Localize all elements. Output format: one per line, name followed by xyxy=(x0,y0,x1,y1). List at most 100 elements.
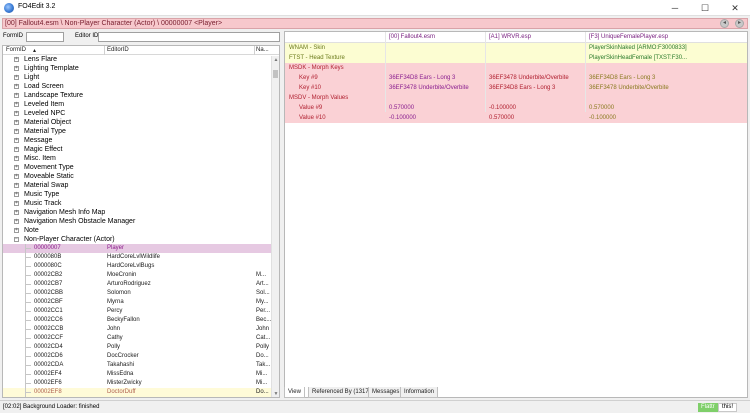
editorid-filter-input[interactable] xyxy=(98,32,280,42)
detail-cell-c2[interactable]: 36EF3478 Underbite/Overbite xyxy=(489,73,569,83)
tree-group[interactable]: + Material Object xyxy=(3,118,279,127)
detail-row[interactable]: MSDK - Morph Keys xyxy=(285,63,747,73)
tree-group[interactable]: + Lighting Template xyxy=(3,64,279,73)
flattr-this-badge[interactable]: this! xyxy=(718,403,738,412)
expand-icon[interactable]: + xyxy=(14,183,19,188)
tree-group[interactable]: + Music Track xyxy=(3,199,279,208)
back-button[interactable]: ◂ xyxy=(720,19,729,28)
tree-record-row[interactable]: 00002CCB John John xyxy=(3,325,279,334)
tree-record-row[interactable]: 00002CBB Solomon Sol... xyxy=(3,289,279,298)
expand-icon[interactable]: + xyxy=(14,66,19,71)
detail-cell-c2[interactable]: -0.100000 xyxy=(489,103,516,113)
tree-scrollbar[interactable]: ▲ ▼ xyxy=(271,56,279,397)
expand-icon[interactable]: + xyxy=(14,57,19,62)
tree-record-row[interactable]: 00002CCF Cathy Cat... xyxy=(3,334,279,343)
tree-record-row[interactable]: 00002CD4 Polly Polly xyxy=(3,343,279,352)
tree-group[interactable]: + Movement Type xyxy=(3,163,279,172)
expand-icon[interactable]: + xyxy=(14,120,19,125)
tree-group[interactable]: − Non-Player Character (Actor) xyxy=(3,235,279,244)
detail-row[interactable]: Value #9 0.570000 -0.100000 0.570000 xyxy=(285,103,747,113)
expand-icon[interactable]: + xyxy=(14,75,19,80)
column-editorid[interactable]: EditorID xyxy=(107,47,129,53)
detail-row[interactable]: Value #10 -0.100000 0.570000 -0.100000 xyxy=(285,113,747,123)
minimize-button[interactable]: ─ xyxy=(660,0,690,16)
tree-record-row[interactable]: 0000080C HardCoreLvlBugs xyxy=(3,262,279,271)
tree-group[interactable]: + Landscape Texture xyxy=(3,91,279,100)
tree-group[interactable]: + Note xyxy=(3,226,279,235)
forward-button[interactable]: ▸ xyxy=(735,19,744,28)
column-separator[interactable] xyxy=(104,46,105,55)
tree-record-row[interactable]: 0000080B HardCoreLvlWildlife xyxy=(3,253,279,262)
expand-icon[interactable]: + xyxy=(14,219,19,224)
detail-row[interactable]: FTST - Head Texture PlayerSkinHeadFemale … xyxy=(285,53,747,63)
tree-record-row[interactable]: 00002CD6 DocCrocker Do... xyxy=(3,352,279,361)
tree-record-row[interactable]: 00002CC6 BeckyFallon Bec... xyxy=(3,316,279,325)
detail-cell-c1[interactable]: 36EF34D8 Ears - Long 3 xyxy=(389,73,455,83)
expand-icon[interactable]: + xyxy=(14,210,19,215)
formid-filter-input[interactable] xyxy=(26,32,64,42)
tree-group[interactable]: + Light xyxy=(3,73,279,82)
detail-row[interactable]: WNAM - Skin PlayerSkinNaked [ARMO:F300083… xyxy=(285,43,747,53)
tree-group[interactable]: + Navigation Mesh Info Map xyxy=(3,208,279,217)
header-wrvr-esp[interactable]: [A1] WRVR.esp xyxy=(489,32,531,43)
column-separator[interactable] xyxy=(254,46,255,55)
detail-cell-c3[interactable]: 0.570000 xyxy=(589,103,614,113)
detail-row[interactable]: Key #9 36EF34D8 Ears - Long 3 36EF3478 Und… xyxy=(285,73,747,83)
tab-view[interactable]: View xyxy=(284,387,305,398)
header-fallout4-esm[interactable]: [00] Fallout4.esm xyxy=(389,32,435,43)
tree-group[interactable]: + Leveled NPC xyxy=(3,109,279,118)
detail-cell-c1[interactable]: 36EF3478 Underbite/Overbite xyxy=(389,83,469,93)
close-button[interactable]: ✕ xyxy=(720,0,750,16)
tree-group[interactable]: + Moveable Static xyxy=(3,172,279,181)
detail-cell-c3[interactable]: PlayerSkinHeadFemale [TXST:F30... xyxy=(589,53,687,63)
detail-cell-c3[interactable]: 36EF34D8 Ears - Long 3 xyxy=(589,73,655,83)
tree-record-row[interactable]: 00002CBF Myrna My... xyxy=(3,298,279,307)
expand-icon[interactable]: + xyxy=(14,228,19,233)
tree-record-row[interactable]: 00002EF4 MissEdna Mi... xyxy=(3,370,279,379)
tab-messages[interactable]: Messages xyxy=(368,387,404,398)
tree-group[interactable]: + Material Type xyxy=(3,127,279,136)
expand-icon[interactable]: + xyxy=(14,192,19,197)
expand-icon[interactable]: + xyxy=(14,84,19,89)
tree-group[interactable]: + Load Screen xyxy=(3,82,279,91)
tree-group[interactable]: + Misc. Item xyxy=(3,154,279,163)
expand-icon[interactable]: + xyxy=(14,201,19,206)
expand-icon[interactable]: + xyxy=(14,174,19,179)
expand-icon[interactable]: + xyxy=(14,165,19,170)
tree-group[interactable]: + Leveled Item xyxy=(3,100,279,109)
scroll-up-arrow-icon[interactable]: ▲ xyxy=(272,56,279,64)
tree-record-row[interactable]: 00002CC1 Percy Per... xyxy=(3,307,279,316)
expand-icon[interactable]: + xyxy=(14,129,19,134)
detail-cell-c3[interactable]: -0.100000 xyxy=(589,113,616,123)
detail-cell-c2[interactable]: 0.570000 xyxy=(489,113,514,123)
expand-icon[interactable]: + xyxy=(14,156,19,161)
detail-cell-c1[interactable]: 0.570000 xyxy=(389,103,414,113)
expand-icon[interactable]: + xyxy=(14,138,19,143)
tree-group[interactable]: + Message xyxy=(3,136,279,145)
flattr-badge[interactable]: Flattr xyxy=(698,403,718,412)
scroll-down-arrow-icon[interactable]: ▼ xyxy=(272,390,279,397)
tree-group[interactable]: + Magic Effect xyxy=(3,145,279,154)
maximize-button[interactable]: ☐ xyxy=(690,0,720,16)
expand-icon[interactable]: + xyxy=(14,111,19,116)
detail-cell-c3[interactable]: 36EF3478 Underbite/Overbite xyxy=(589,83,669,93)
tab-information[interactable]: Information xyxy=(400,387,439,398)
tree-group[interactable]: + Material Swap xyxy=(3,181,279,190)
tree-record-row[interactable]: 00000007 Player xyxy=(3,244,279,253)
tree-record-row[interactable]: 00002EF6 MisterZwicky Mi... xyxy=(3,379,279,388)
record-tree[interactable]: FormID ▴ EditorID Na... + Lens Flare + Ligh… xyxy=(2,45,280,398)
tree-record-row[interactable]: 00002CDA Takahashi Tak... xyxy=(3,361,279,370)
detail-cell-c1[interactable]: -0.100000 xyxy=(389,113,416,123)
tree-record-row[interactable]: 00002EFA PastorClements Pa... xyxy=(3,397,279,398)
detail-row[interactable]: Key #10 36EF3478 Underbite/Overbite 36EF34… xyxy=(285,83,747,93)
tree-group[interactable]: + Navigation Mesh Obstacle Manager xyxy=(3,217,279,226)
detail-row[interactable]: MSDV - Morph Values xyxy=(285,93,747,103)
expand-icon[interactable]: + xyxy=(14,147,19,152)
expand-icon[interactable]: + xyxy=(14,102,19,107)
header-uniquefemaleplayer-esp[interactable]: [F3] UniqueFemalePlayer.esp xyxy=(589,32,668,43)
tree-record-row[interactable]: 00002EF8 DoctorDuff Do... xyxy=(3,388,279,397)
column-formid[interactable]: FormID xyxy=(6,47,26,53)
tree-group[interactable]: + Lens Flare xyxy=(3,55,279,64)
tree-group[interactable]: + Music Type xyxy=(3,190,279,199)
expand-icon[interactable]: + xyxy=(14,93,19,98)
